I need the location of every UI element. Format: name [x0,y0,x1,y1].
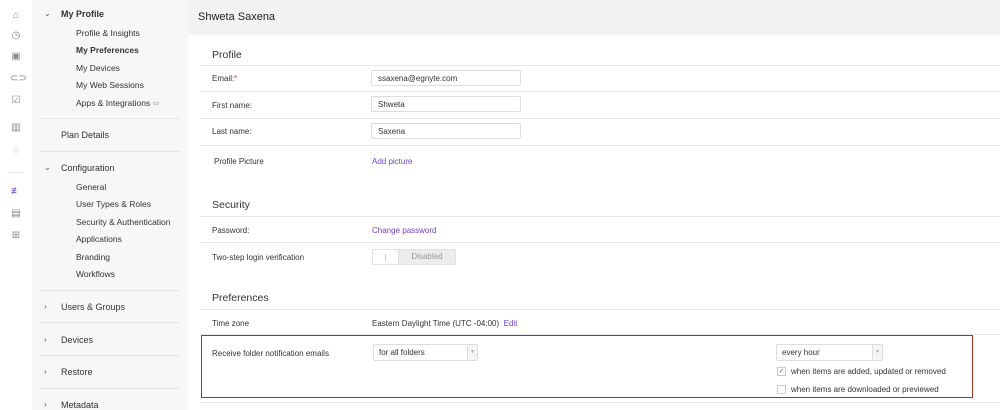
section-title-profile: Profile [212,49,242,61]
added-updated-removed-checkbox[interactable]: ✓ [777,367,786,376]
nav-my-preferences[interactable]: My Preferences [76,45,139,55]
first-name-field[interactable]: Shweta [371,96,521,112]
add-picture-link[interactable]: Add picture [372,157,412,166]
clipboard-check-icon[interactable]: ☑ [10,95,22,107]
chevron-down-icon[interactable]: ⌄ [44,9,51,18]
downloaded-previewed-checkbox[interactable] [777,385,786,394]
trash-icon[interactable]: ▥ [10,122,22,134]
folders-select[interactable]: for all folders ▼ [373,344,478,361]
profile-picture-label: Profile Picture [214,157,264,166]
chevron-right-icon[interactable]: › [44,367,47,376]
page-title: Shweta Saxena [188,0,1000,35]
nav-branding[interactable]: Branding [76,252,110,262]
external-link-icon: ⇨ [152,98,160,108]
first-name-label: First name: [212,101,253,110]
nav-user-types-roles[interactable]: User Types & Roles [76,199,151,209]
dropdown-arrow-icon: ▼ [872,345,882,360]
chevron-right-icon[interactable]: › [44,302,47,311]
nav-devices[interactable]: Devices [61,335,93,345]
password-label: Password: [212,226,250,235]
change-password-link[interactable]: Change password [372,226,436,235]
section-title-preferences: Preferences [212,292,269,304]
divider [8,172,24,173]
apps-icon[interactable]: ⊞ [10,230,22,242]
nav-profile-insights[interactable]: Profile & Insights [76,28,140,38]
nav-configuration[interactable]: Configuration [61,163,115,173]
nav-my-profile[interactable]: My Profile [61,9,104,19]
time-zone-value: Eastern Daylight Time (UTC -04:00) Edit [372,319,518,328]
nav-security-authentication[interactable]: Security & Authentication [76,217,171,227]
settings-nav: ⌄ My Profile Profile & Insights My Prefe… [32,0,188,410]
nav-plan-details[interactable]: Plan Details [61,130,109,140]
report-icon[interactable]: ▤ [10,208,22,220]
file-icon[interactable]: ▣ [10,51,22,63]
chevron-right-icon[interactable]: › [44,400,47,409]
nav-general[interactable]: General [76,182,106,192]
nav-my-devices[interactable]: My Devices [76,63,120,73]
dropdown-arrow-icon: ▼ [467,345,477,360]
nav-users-groups[interactable]: Users & Groups [61,302,125,312]
added-updated-removed-label: when items are added, updated or removed [791,367,946,376]
downloaded-previewed-label: when items are downloaded or previewed [791,385,939,394]
folder-notification-label: Receive folder notification emails [212,349,329,358]
nav-my-web-sessions[interactable]: My Web Sessions [76,80,144,90]
shield-icon[interactable]: ◌ [10,145,22,157]
last-name-field[interactable]: Saxena [371,123,521,139]
sliders-icon[interactable]: ≢ [10,186,22,198]
nav-workflows[interactable]: Workflows [76,269,115,279]
nav-restore[interactable]: Restore [61,367,93,377]
email-field[interactable]: ssaxena@egnyte.com [371,70,521,86]
last-name-label: Last name: [212,127,252,136]
edit-time-zone-link[interactable]: Edit [504,319,518,328]
nav-metadata[interactable]: Metadata [61,400,99,410]
nav-applications[interactable]: Applications [76,234,122,244]
link-icon[interactable]: ⊂⊃ [10,73,27,85]
two-step-label: Two-step login verification [212,253,305,262]
clock-icon[interactable]: ◷ [10,30,22,42]
frequency-select[interactable]: every hour ▼ [776,344,883,361]
nav-apps-integrations[interactable]: Apps & Integrations ⇨ [76,98,160,109]
chevron-right-icon[interactable]: › [44,335,47,344]
two-step-toggle[interactable]: Disabled [372,249,456,265]
chevron-down-icon[interactable]: ⌄ [44,163,51,172]
home-icon[interactable]: ⌂ [10,10,22,22]
time-zone-label: Time zone [212,319,250,328]
section-title-security: Security [212,199,250,211]
icon-rail: ⌂ ◷ ▣ ⊂⊃ ☑ ▥ ◌ ≢ ▤ ⊞ [0,0,32,410]
email-label: Email:* [212,74,238,83]
